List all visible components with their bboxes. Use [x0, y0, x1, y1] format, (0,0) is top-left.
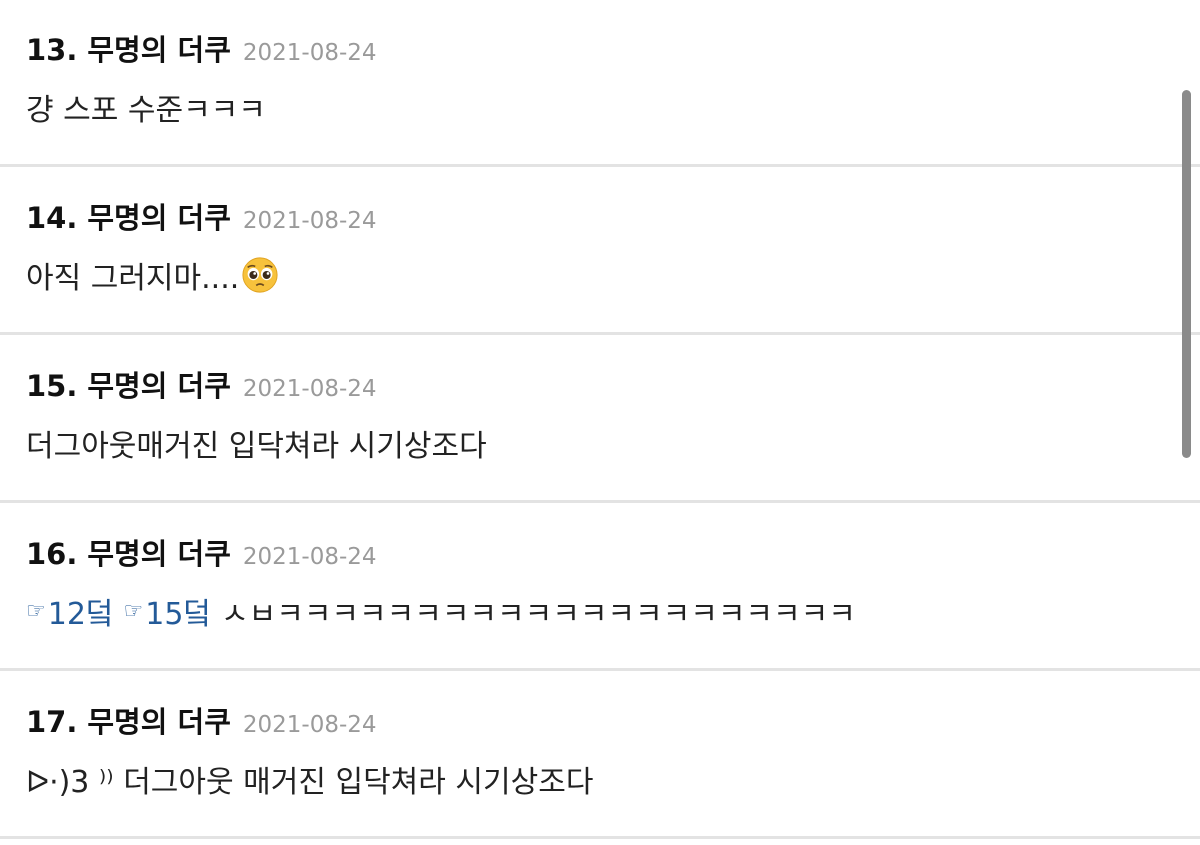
comment-number: 13. — [26, 33, 78, 67]
comment-number: 14. — [26, 201, 78, 235]
comment-header: 17. 무명의 더쿠 2021-08-24 — [26, 699, 377, 741]
comment-date: 2021-08-24 — [242, 208, 377, 234]
comment-body: ☞ 12덬 ☞ 15덬 ㅅㅂㅋㅋㅋㅋㅋㅋㅋㅋㅋㅋㅋㅋㅋㅋㅋㅋㅋㅋㅋㅋㅋ — [26, 589, 856, 633]
comment-header: 16. 무명의 더쿠 2021-08-24 — [26, 531, 377, 573]
comment-header: 14. 무명의 더쿠 2021-08-24 — [26, 195, 377, 237]
comment-item: 16. 무명의 더쿠 2021-08-24 ☞ 12덬 ☞ 15덬 ㅅㅂㅋㅋㅋㅋ… — [0, 503, 1200, 671]
comment-date: 2021-08-24 — [242, 544, 377, 570]
comment-item: 14. 무명의 더쿠 2021-08-24 아직 그러지마.... — [0, 167, 1200, 335]
comment-anchor-link-12[interactable]: ☞ 12덬 — [26, 589, 114, 633]
comment-text: 더그아웃매거진 입닥쳐라 시기상조다 — [26, 429, 487, 464]
anchor-label: 15덬 — [145, 597, 212, 632]
comment-page: 13. 무명의 더쿠 2021-08-24 걍 스포 수준ㅋㅋㅋ 14. 무명의… — [0, 0, 1200, 845]
comment-text: ᐅ·)3 ⁾⁾ 더그아웃 매거진 입닥쳐라 시기상조다 — [26, 765, 594, 800]
anchor-label: 12덬 — [47, 597, 114, 632]
comment-author[interactable]: 무명의 더쿠 — [87, 195, 231, 237]
comment-body: 걍 스포 수준ㅋㅋㅋ — [26, 85, 266, 129]
comment-text: 아직 그러지마.... — [26, 261, 240, 296]
comment-text: 걍 스포 수준ㅋㅋㅋ — [26, 93, 266, 128]
comment-body: 더그아웃매거진 입닥쳐라 시기상조다 — [26, 421, 487, 465]
comment-number: 16. — [26, 537, 78, 571]
comment-item: 17. 무명의 더쿠 2021-08-24 ᐅ·)3 ⁾⁾ 더그아웃 매거진 입… — [0, 671, 1200, 839]
comment-item: 13. 무명의 더쿠 2021-08-24 걍 스포 수준ㅋㅋㅋ — [0, 0, 1200, 167]
comment-date: 2021-08-24 — [242, 376, 377, 402]
pointing-hand-icon: ☞ — [123, 598, 144, 624]
vertical-scrollbar[interactable] — [1182, 90, 1191, 458]
comment-author[interactable]: 무명의 더쿠 — [87, 699, 231, 741]
comment-text: ㅅㅂㅋㅋㅋㅋㅋㅋㅋㅋㅋㅋㅋㅋㅋㅋㅋㅋㅋㅋㅋㅋㅋ — [221, 597, 856, 632]
comment-body: 아직 그러지마.... — [26, 253, 279, 297]
comment-date: 2021-08-24 — [242, 712, 377, 738]
pointing-hand-icon: ☞ — [26, 598, 46, 624]
comment-number: 17. — [26, 705, 78, 739]
comment-author[interactable]: 무명의 더쿠 — [87, 531, 231, 573]
comment-number: 15. — [26, 369, 78, 403]
comment-item: 15. 무명의 더쿠 2021-08-24 더그아웃매거진 입닥쳐라 시기상조다 — [0, 335, 1200, 503]
comment-author[interactable]: 무명의 더쿠 — [87, 363, 231, 405]
comment-author[interactable]: 무명의 더쿠 — [87, 27, 231, 69]
pleading-face-emoji-icon — [242, 257, 278, 293]
comment-body: ᐅ·)3 ⁾⁾ 더그아웃 매거진 입닥쳐라 시기상조다 — [26, 757, 593, 801]
comment-header: 13. 무명의 더쿠 2021-08-24 — [26, 27, 377, 69]
comment-header: 15. 무명의 더쿠 2021-08-24 — [26, 363, 377, 405]
comment-date: 2021-08-24 — [242, 40, 377, 66]
comment-anchor-link-15[interactable]: ☞ 15덬 — [124, 589, 212, 633]
comment-list: 13. 무명의 더쿠 2021-08-24 걍 스포 수준ㅋㅋㅋ 14. 무명의… — [0, 0, 1200, 839]
